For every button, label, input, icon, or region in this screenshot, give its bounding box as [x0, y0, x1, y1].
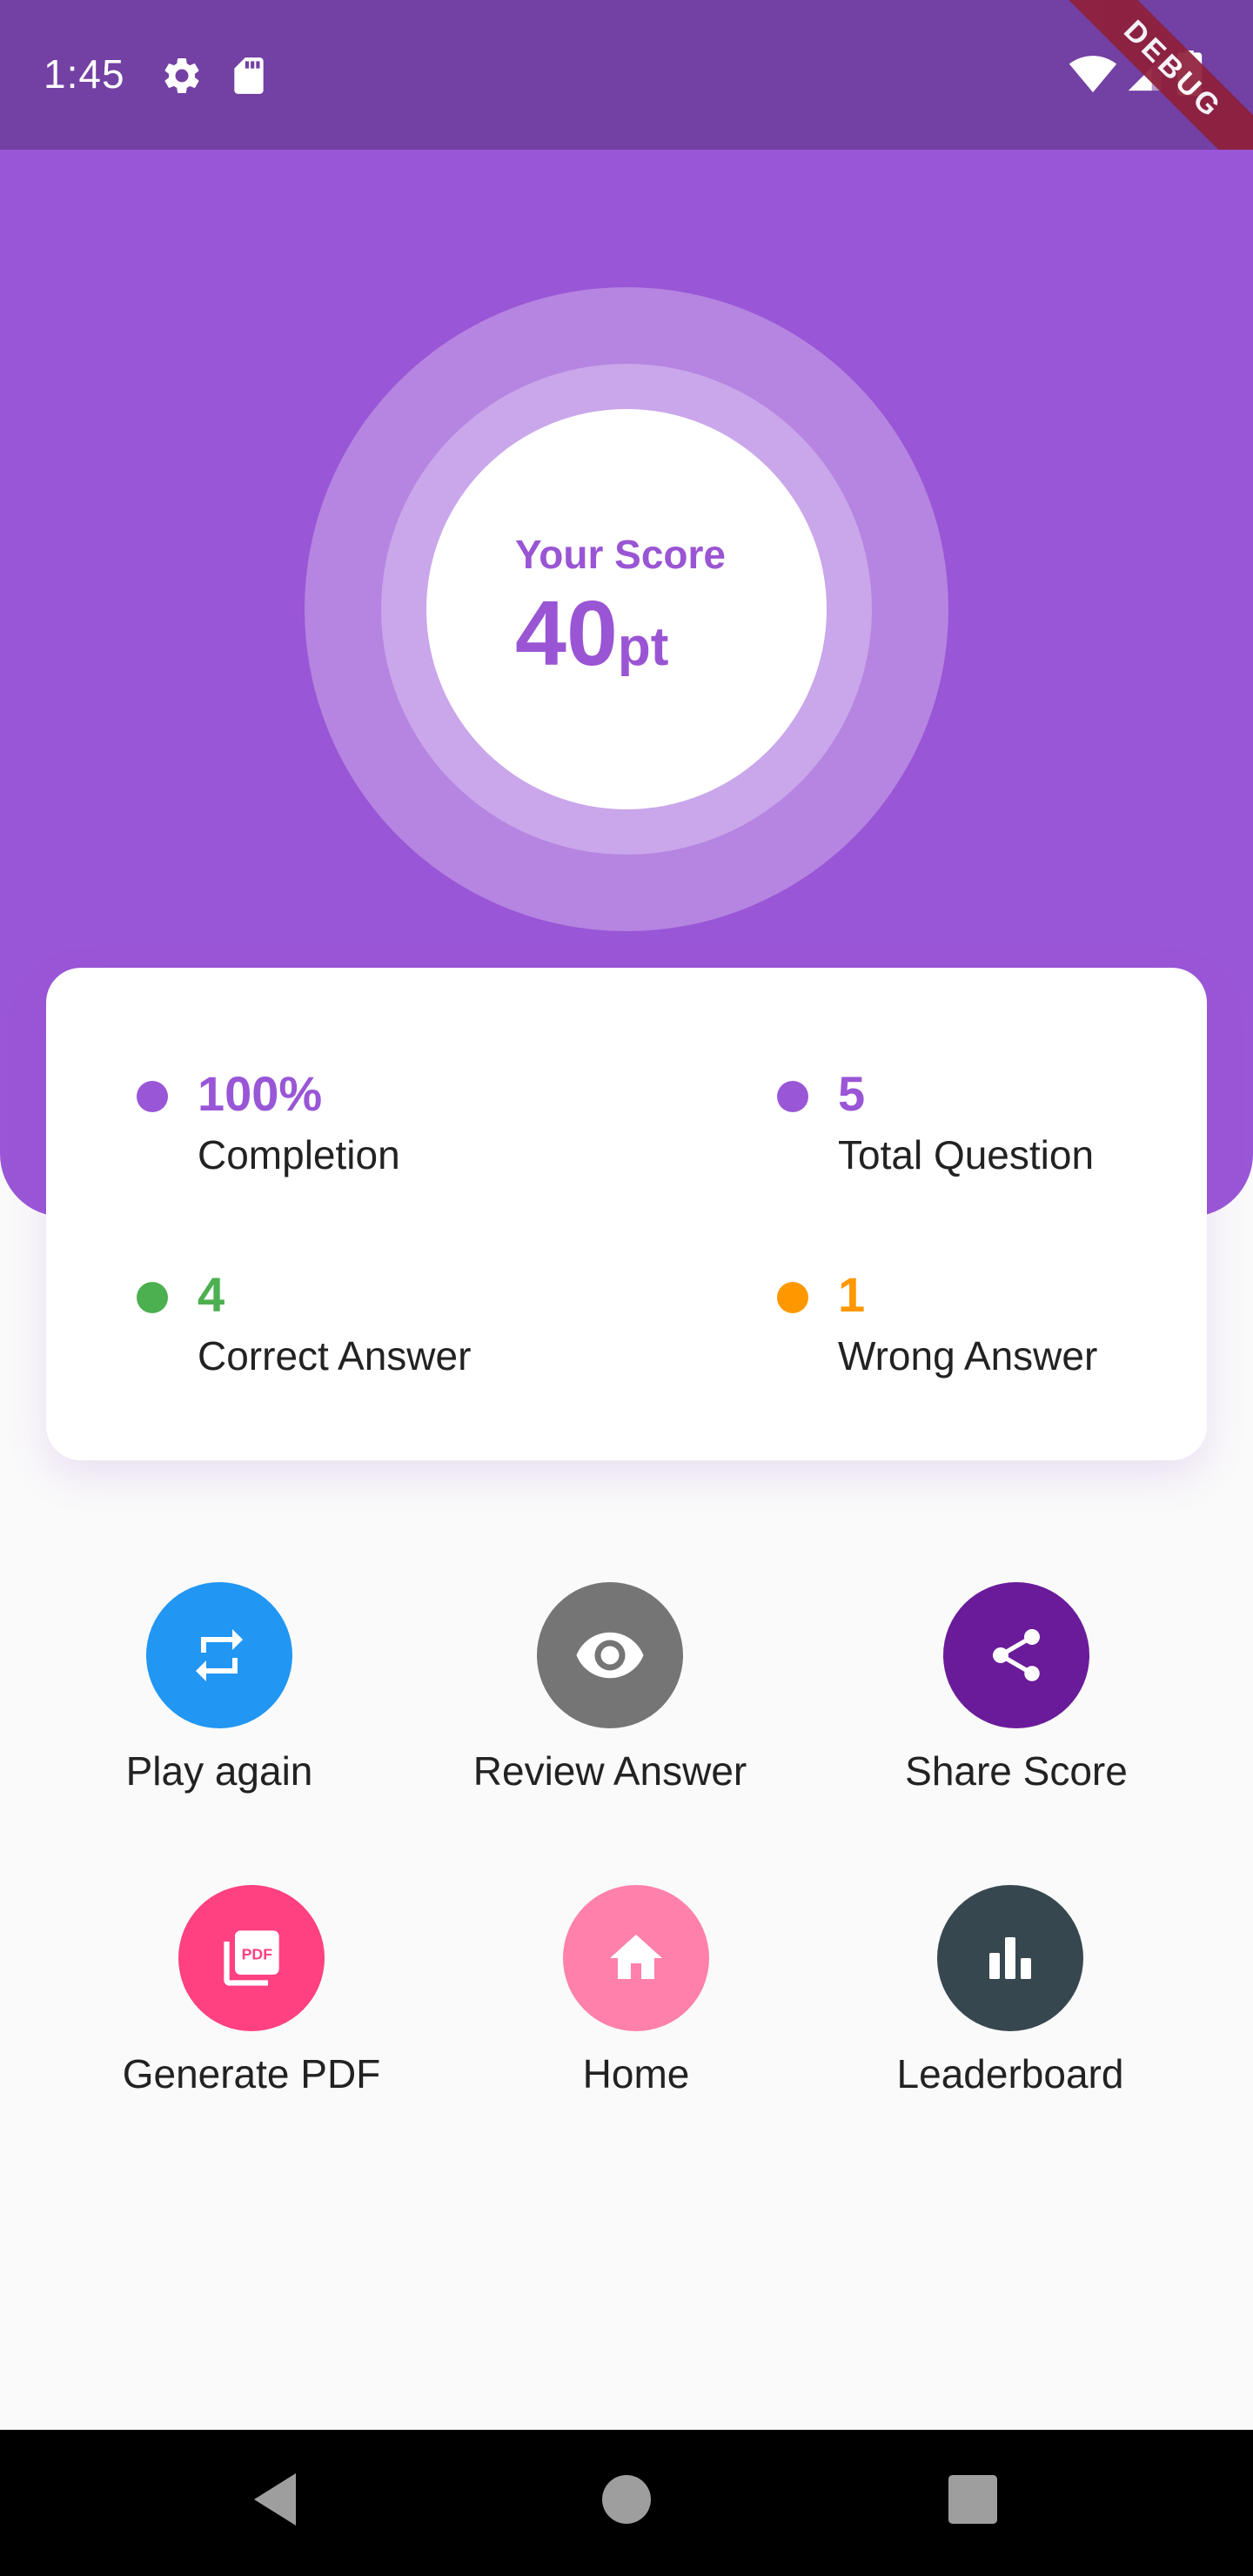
- gear-icon: [160, 54, 204, 102]
- generate-pdf-button[interactable]: PDF Generate PDF: [77, 1885, 425, 2111]
- total-question-label: Total Question: [838, 1132, 1095, 1177]
- score-number: 40: [515, 582, 618, 685]
- home-nav-icon[interactable]: [602, 2475, 651, 2528]
- wrong-answer-label: Wrong Answer: [838, 1333, 1098, 1379]
- score-value: 40pt: [515, 581, 668, 687]
- pdf-icon[interactable]: PDF: [178, 1885, 325, 2031]
- correct-answer-value: 4: [198, 1267, 225, 1322]
- play-again-button[interactable]: Play again: [45, 1582, 393, 1808]
- stats-card: 100% Completion 5 Total Question 4 Corre…: [46, 968, 1207, 1460]
- total-question-dot: [777, 1081, 808, 1112]
- play-again-label: Play again: [125, 1748, 313, 1794]
- status-time: 1:45: [44, 51, 125, 97]
- sd-card-icon: [230, 54, 268, 102]
- wrong-answer-dot: [777, 1282, 808, 1313]
- home-icon[interactable]: [563, 1885, 709, 2031]
- completion-label: Completion: [198, 1132, 400, 1177]
- completion-dot: [137, 1081, 168, 1112]
- eye-icon[interactable]: [537, 1582, 683, 1728]
- back-icon[interactable]: [249, 2468, 301, 2535]
- share-icon[interactable]: [943, 1582, 1089, 1728]
- home-button[interactable]: Home: [462, 1885, 810, 2111]
- system-nav-bar: [0, 2430, 1253, 2576]
- completion-value: 100%: [198, 1066, 323, 1121]
- score-unit: pt: [617, 617, 669, 677]
- review-answer-label: Review Answer: [472, 1748, 747, 1794]
- score-label: Your Score: [515, 532, 726, 577]
- share-score-label: Share Score: [905, 1748, 1128, 1794]
- share-score-button[interactable]: Share Score: [842, 1582, 1190, 1808]
- svg-text:PDF: PDF: [242, 1945, 273, 1962]
- leaderboard-label: Leaderboard: [896, 2051, 1124, 2096]
- generate-pdf-label: Generate PDF: [122, 2051, 381, 2096]
- bar-chart-icon[interactable]: [937, 1885, 1083, 2031]
- recents-icon[interactable]: [948, 2475, 997, 2528]
- status-bar: 1:45 DEBUG: [0, 0, 1253, 198]
- wifi-icon: [1069, 52, 1117, 98]
- wrong-answer-value: 1: [838, 1267, 866, 1322]
- correct-answer-label: Correct Answer: [198, 1333, 472, 1379]
- repeat-icon[interactable]: [146, 1582, 292, 1728]
- home-label: Home: [582, 2051, 690, 2096]
- review-answer-button[interactable]: Review Answer: [436, 1582, 784, 1808]
- total-question-value: 5: [838, 1066, 866, 1121]
- leaderboard-button[interactable]: Leaderboard: [836, 1885, 1184, 2111]
- correct-answer-dot: [137, 1282, 168, 1313]
